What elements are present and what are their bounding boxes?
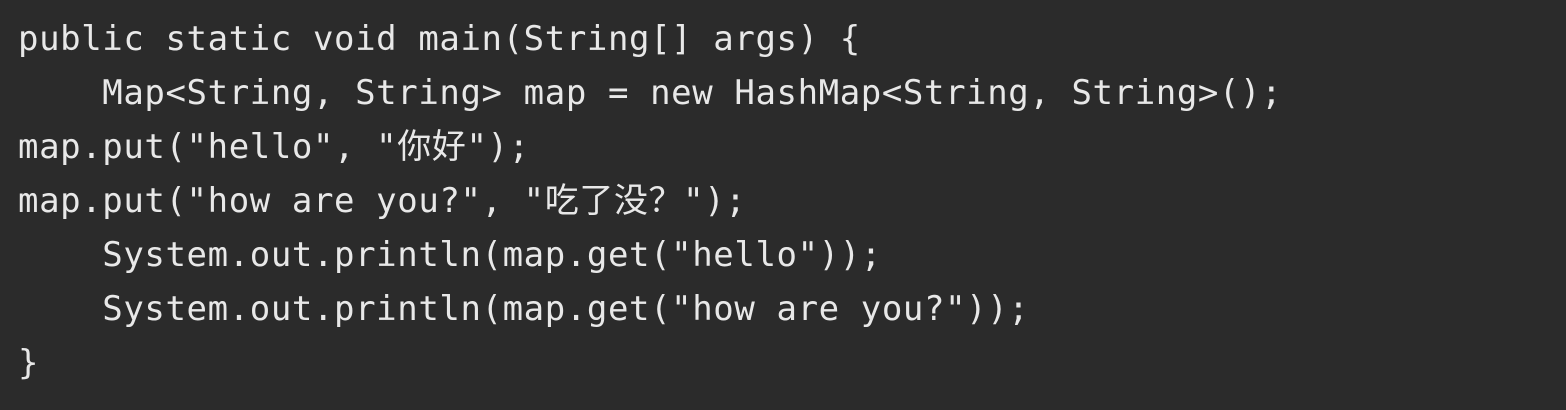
code-line: map.put("how are you?", "吃了没？"); xyxy=(18,181,747,221)
code-block: public static void main(String[] args) {… xyxy=(0,0,1566,410)
code-line: } xyxy=(18,343,40,383)
code-line: map.put("hello", "你好"); xyxy=(18,127,530,167)
code-line: System.out.println(map.get("how are you?… xyxy=(18,289,1030,329)
code-line: Map<String, String> map = new HashMap<St… xyxy=(18,73,1283,113)
code-line: System.out.println(map.get("hello")); xyxy=(18,235,882,275)
code-line: public static void main(String[] args) { xyxy=(18,19,861,59)
